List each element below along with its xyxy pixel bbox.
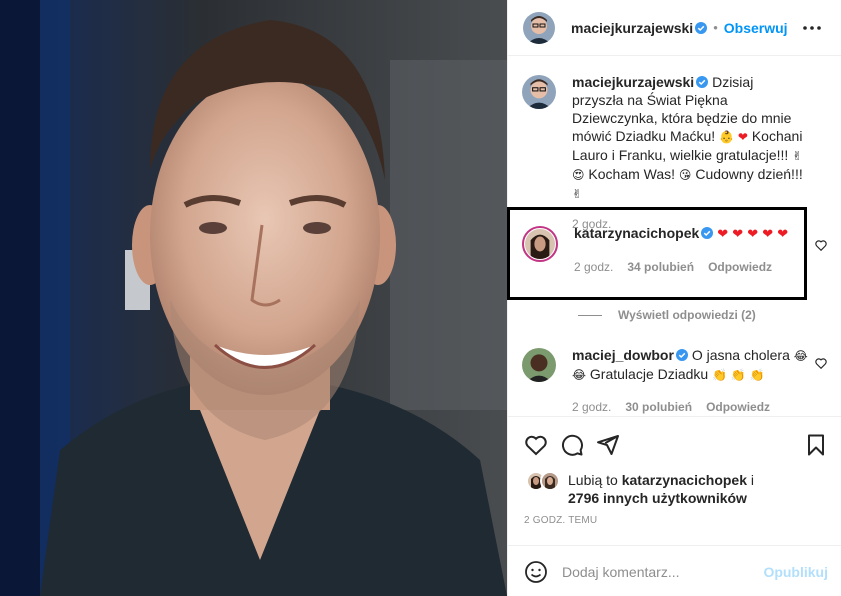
replies-divider <box>578 314 602 316</box>
more-horizontal-icon[interactable] <box>802 18 822 38</box>
post-actions: Lubią to katarzynacichopek i 2796 innych… <box>508 416 841 596</box>
comment-time[interactable]: 2 godz. <box>574 258 613 276</box>
comment-meta: 2 godz. 34 polubień Odpowiedz <box>574 258 810 276</box>
author-username[interactable]: maciejkurzajewski <box>571 20 693 36</box>
header-separator: • <box>713 20 718 35</box>
comment-bubble-icon[interactable] <box>560 433 584 457</box>
instagram-post: maciejkurzajewski • Obserwuj maciejkurza… <box>0 0 841 596</box>
comment-username[interactable]: maciej_dowbor <box>572 347 674 363</box>
reply-button[interactable]: Odpowiedz <box>706 398 770 416</box>
heart-emoji-icon: ❤ <box>737 130 748 144</box>
like-heart-icon[interactable] <box>524 433 548 457</box>
victory-hand-emoji-icon: ✌ <box>792 149 803 163</box>
comment-likes[interactable]: 34 polubień <box>627 258 694 276</box>
comments-list: maciejkurzajewski Dzisiaj przyszła na Św… <box>508 57 841 417</box>
comment-username[interactable]: katarzynacichopek <box>574 225 699 241</box>
caption-body: maciejkurzajewski Dzisiaj przyszła na Św… <box>572 73 808 233</box>
follow-button[interactable]: Obserwuj <box>724 20 788 36</box>
likes-prefix: Lubią to <box>568 472 618 488</box>
comment-item: maciej_dowbor O jasna cholera 😂 😂 Gratul… <box>522 346 827 416</box>
hearts-emoji-icon: ❤ ❤ ❤ ❤ ❤ <box>717 227 789 242</box>
view-replies-label: Wyświetl odpowiedzi (2) <box>618 308 756 322</box>
save-bookmark-icon[interactable] <box>804 433 828 457</box>
selfie-photo <box>0 0 507 596</box>
caption-username[interactable]: maciejkurzajewski <box>572 74 694 90</box>
verified-badge-icon <box>701 227 714 239</box>
likes-others[interactable]: 2796 innych użytkowników <box>568 490 747 506</box>
comment-body: maciej_dowbor O jasna cholera 😂 😂 Gratul… <box>572 346 808 416</box>
likes-summary: Lubią to katarzynacichopek i 2796 innych… <box>526 471 754 507</box>
caption-text-4: Cudowny dzień!!! <box>695 166 803 182</box>
comment-meta: 2 godz. 30 polubień Odpowiedz <box>572 398 808 416</box>
comment-avatar[interactable] <box>522 348 556 382</box>
comment-like-icon[interactable] <box>814 356 828 370</box>
comment-text: katarzynacichopek ❤ ❤ ❤ ❤ ❤ <box>574 224 810 244</box>
post-timestamp[interactable]: 2 GODZ. TEMU <box>524 515 597 526</box>
comment-likes[interactable]: 30 polubień <box>625 398 692 416</box>
likes-connector: i <box>750 472 755 488</box>
author-avatar[interactable] <box>523 11 555 44</box>
comment-text: maciej_dowbor O jasna cholera 😂 😂 Gratul… <box>572 346 808 384</box>
verified-badge-icon <box>675 349 688 361</box>
likes-avatars <box>526 471 564 491</box>
action-bar <box>524 433 828 459</box>
comment-item: katarzynacichopek ❤ ❤ ❤ ❤ ❤ 2 godz. 34 p… <box>522 224 827 276</box>
caption-text-3: Kocham Was! <box>588 166 676 182</box>
likes-user[interactable]: katarzynacichopek <box>622 472 747 488</box>
comment-text-1: O jasna cholera <box>691 347 790 363</box>
emoji-smile-icon[interactable] <box>524 560 548 584</box>
caption-text: maciejkurzajewski Dzisiaj przyszła na Św… <box>572 73 808 203</box>
comment-text-2: Gratulacje Dziadku <box>589 366 709 382</box>
comment-time[interactable]: 2 godz. <box>572 398 611 416</box>
comment-body: katarzynacichopek ❤ ❤ ❤ ❤ ❤ 2 godz. 34 p… <box>574 224 810 276</box>
comment-input[interactable] <box>562 563 758 580</box>
kiss-emoji-icon: 😘 <box>678 168 692 182</box>
verified-badge-icon <box>695 21 708 34</box>
view-replies-button[interactable]: Wyświetl odpowiedzi (2) <box>578 308 756 322</box>
post-header: maciejkurzajewski • Obserwuj <box>508 0 841 56</box>
verified-badge-icon <box>696 76 709 88</box>
victory-hand-emoji-icon: ✌ <box>572 187 583 201</box>
comment-avatar[interactable] <box>522 226 558 262</box>
add-comment-bar: Opublikuj <box>508 545 841 596</box>
publish-button[interactable]: Opublikuj <box>763 564 828 580</box>
heart-eyes-emoji-icon: 😍 <box>572 168 585 182</box>
reply-button[interactable]: Odpowiedz <box>708 258 772 276</box>
post-photo[interactable] <box>0 0 507 596</box>
baby-emoji-icon: 👶 <box>719 130 734 144</box>
caption-avatar[interactable] <box>522 75 556 109</box>
likes-text: Lubią to katarzynacichopek i 2796 innych… <box>568 471 754 507</box>
caption: maciejkurzajewski Dzisiaj przyszła na Św… <box>522 73 822 233</box>
share-send-icon[interactable] <box>596 433 620 457</box>
post-panel: maciejkurzajewski • Obserwuj maciejkurza… <box>507 0 841 596</box>
comment-like-icon[interactable] <box>814 238 828 252</box>
clapping-emoji-icon: 👏 👏 👏 <box>712 368 765 382</box>
liker-avatar[interactable] <box>540 471 560 491</box>
